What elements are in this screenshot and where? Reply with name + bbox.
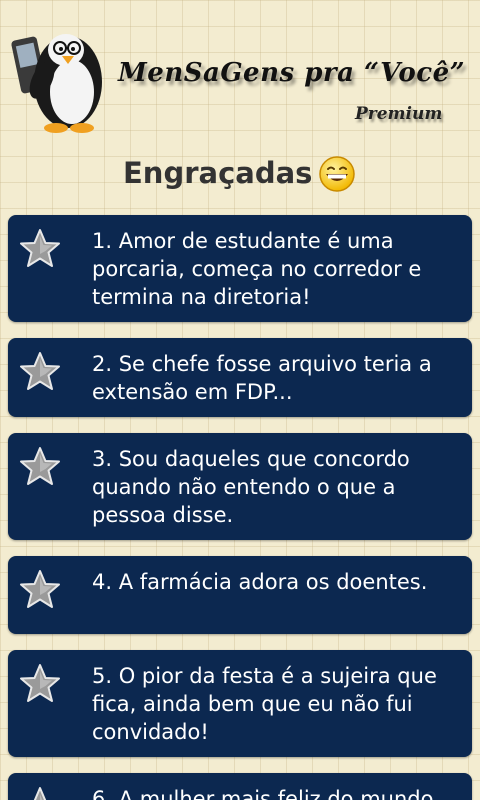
message-card[interactable]: 5. O pior da festa é a sujeira que fica,… — [8, 650, 472, 757]
app-subtitle: Premium — [355, 104, 443, 124]
app-header: MenSaGens pra “Você” Premium — [0, 0, 480, 140]
penguin-with-phone-icon — [11, 34, 102, 133]
star-icon[interactable] — [18, 785, 62, 800]
star-icon[interactable] — [18, 350, 62, 394]
star-icon[interactable] — [18, 445, 62, 489]
message-text: 3. Sou daqueles que concordo quando não … — [92, 447, 410, 527]
app-title: MenSaGens pra “Você” — [118, 58, 466, 88]
star-icon[interactable] — [18, 568, 62, 612]
message-text: 4. A farmácia adora os doentes. — [92, 570, 428, 594]
message-text: 6. A mulher mais feliz do mundo — [92, 787, 434, 800]
star-icon[interactable] — [18, 662, 62, 706]
grinning-face-icon — [319, 156, 355, 192]
message-text: 5. O pior da festa é a sujeira que fica,… — [92, 664, 437, 744]
message-card[interactable]: 3. Sou daqueles que concordo quando não … — [8, 433, 472, 540]
category-header: Engraçadas — [0, 150, 480, 200]
message-card[interactable]: 6. A mulher mais feliz do mundo — [8, 773, 472, 800]
message-card[interactable]: 4. A farmácia adora os doentes. — [8, 556, 472, 634]
message-card[interactable]: 1. Amor de estudante é uma porcaria, com… — [8, 215, 472, 322]
message-text: 1. Amor de estudante é uma porcaria, com… — [92, 229, 422, 309]
star-icon[interactable] — [18, 227, 62, 271]
category-title: Engraçadas — [123, 156, 313, 190]
message-text: 2. Se chefe fosse arquivo teria a extens… — [92, 352, 432, 404]
message-card[interactable]: 2. Se chefe fosse arquivo teria a extens… — [8, 338, 472, 417]
